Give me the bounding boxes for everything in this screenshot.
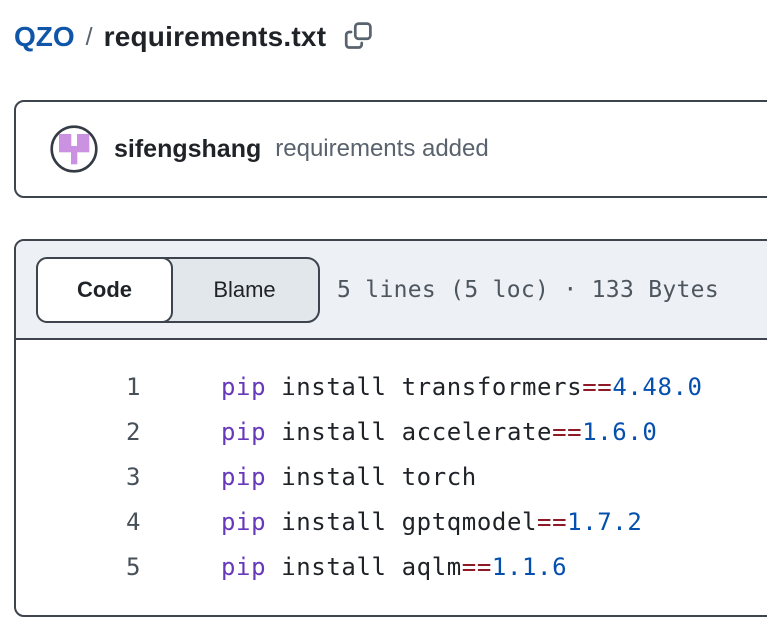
code-body: 1pip install transformers==4.48.02pip in… [16, 340, 767, 589]
code-token-plain: install gptqmodel [266, 508, 537, 536]
code-token-number: 1.6.0 [582, 418, 657, 446]
line-number[interactable]: 4 [16, 508, 141, 536]
code-line: 5pip install aqlm==1.1.6 [16, 544, 767, 589]
code-token-operator: == [462, 553, 492, 581]
code-token-keyword: pip [221, 373, 266, 401]
tab-blame[interactable]: Blame [171, 259, 318, 321]
line-number[interactable]: 5 [16, 553, 141, 581]
code-line-content: pip install gptqmodel==1.7.2 [141, 508, 642, 536]
code-token-plain: install accelerate [266, 418, 552, 446]
copy-path-button[interactable] [343, 20, 374, 54]
code-token-plain: install aqlm [266, 553, 462, 581]
line-number[interactable]: 2 [16, 418, 141, 446]
file-meta-info: 5 lines (5 loc) · 133 Bytes [337, 277, 719, 303]
code-token-operator: == [552, 418, 582, 446]
code-token-keyword: pip [221, 418, 266, 446]
code-token-plain: install transformers [266, 373, 582, 401]
identicon-avatar[interactable] [50, 125, 98, 173]
commit-author[interactable]: sifengshang [114, 135, 261, 164]
code-line-content: pip install aqlm==1.1.6 [141, 553, 567, 581]
tab-code[interactable]: Code [36, 257, 173, 323]
line-number[interactable]: 1 [16, 373, 141, 401]
code-line: 2pip install accelerate==1.6.0 [16, 409, 767, 454]
code-line-content: pip install torch [141, 463, 477, 491]
latest-commit-card: sifengshang requirements added [14, 100, 767, 198]
code-token-operator: == [537, 508, 567, 536]
code-token-keyword: pip [221, 463, 266, 491]
file-header: Code Blame 5 lines (5 loc) · 133 Bytes [16, 241, 767, 340]
code-token-keyword: pip [221, 553, 266, 581]
breadcrumb: QZO / requirements.txt [14, 14, 767, 60]
line-number[interactable]: 3 [16, 463, 141, 491]
code-line-content: pip install transformers==4.48.0 [141, 373, 703, 401]
commit-message[interactable]: requirements added [275, 135, 488, 163]
code-line: 4pip install gptqmodel==1.7.2 [16, 499, 767, 544]
breadcrumb-repo-link[interactable]: QZO [14, 21, 75, 53]
copy-icon [343, 20, 374, 54]
code-line: 1pip install transformers==4.48.0 [16, 364, 767, 409]
breadcrumb-separator: / [86, 23, 93, 52]
code-token-number: 1.7.2 [567, 508, 642, 536]
file-page: QZO / requirements.txt [0, 0, 767, 617]
code-token-keyword: pip [221, 508, 266, 536]
code-blame-switcher: Code Blame [36, 257, 320, 323]
code-line-content: pip install accelerate==1.6.0 [141, 418, 657, 446]
code-line: 3pip install torch [16, 454, 767, 499]
code-token-operator: == [582, 373, 612, 401]
breadcrumb-filename: requirements.txt [104, 21, 327, 53]
code-token-number: 1.1.6 [492, 553, 567, 581]
code-token-plain: install torch [266, 463, 477, 491]
code-token-number: 4.48.0 [612, 373, 702, 401]
file-content-card: Code Blame 5 lines (5 loc) · 133 Bytes 1… [14, 239, 767, 617]
